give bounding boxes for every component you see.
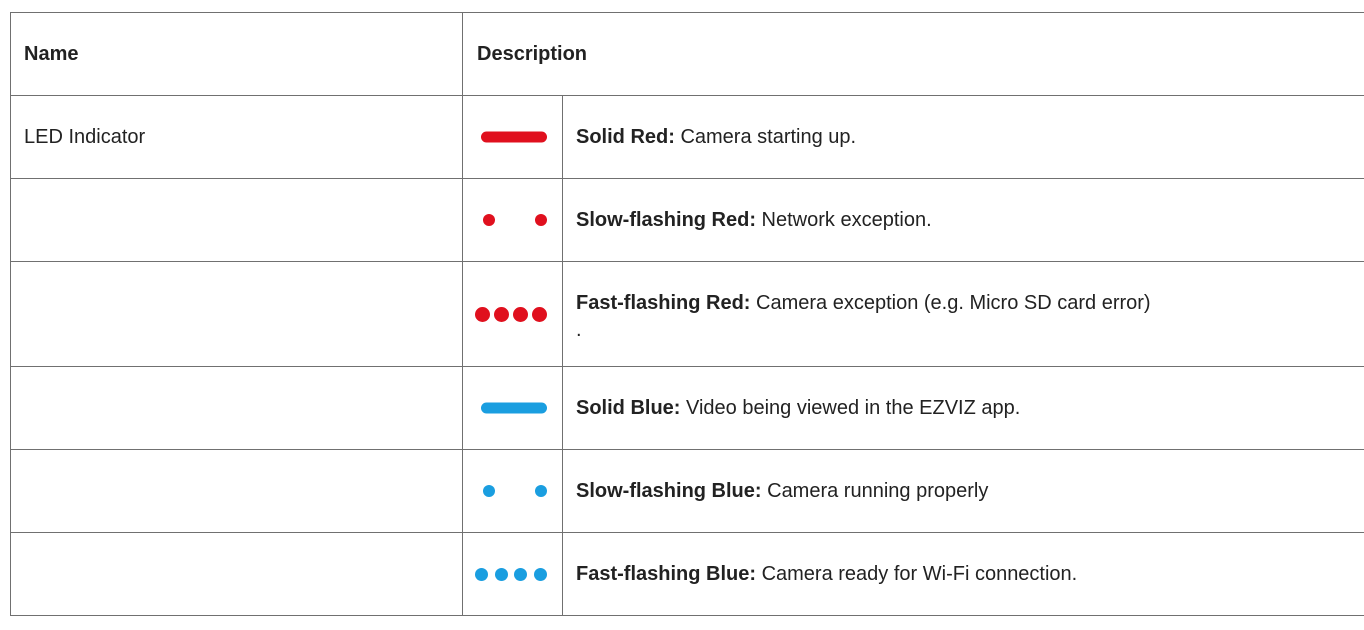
icon-cell [462,95,563,179]
table-row: LED Indicator Solid Red: Camera starting… [10,95,1364,179]
name-cell [10,532,463,616]
description-cell: Slow-flashing Blue: Camera running prope… [562,449,1364,533]
description-label: Solid Blue: [576,396,681,419]
blue-dot [533,567,547,581]
table-row: Fast-flashing Red: Camera exception (e.g… [10,261,1364,367]
fast-flashing-red-led-icon [475,306,547,322]
blue-dot [494,567,508,581]
icon-cell [462,178,563,262]
blue-dot [483,485,495,497]
column-header-description: Description [462,12,1364,96]
red-dot [475,306,490,322]
name-cell [10,449,463,533]
description-label: Fast-flashing Blue: [576,562,757,585]
column-header-name: Name [10,12,463,96]
red-dot [532,306,547,322]
description-continuation: . [576,319,582,341]
icon-cell [462,261,563,367]
name-cell: LED Indicator [10,95,463,179]
description-label: Fast-flashing Red: [576,292,751,314]
name-cell [10,178,463,262]
description-label: Slow-flashing Red: [576,208,756,231]
blue-dot [514,567,528,581]
icon-cell [462,449,563,533]
solid-red-led-icon [481,131,547,143]
description-cell: Fast-flashing Blue: Camera ready for Wi-… [562,532,1364,616]
table-row: Slow-flashing Red: Network exception. [10,178,1364,262]
description-cell: Solid Blue: Video being viewed in the EZ… [562,366,1364,450]
description-line: Fast-flashing Red: Camera exception (e.g… [576,290,1364,317]
description-label: Slow-flashing Blue: [576,479,762,502]
fast-flashing-blue-led-icon [475,567,547,581]
description-text: Camera starting up. [674,125,857,148]
table-row: Solid Blue: Video being viewed in the EZ… [10,366,1364,450]
table-header-row: Name Description [10,12,1364,96]
table-row: Slow-flashing Blue: Camera running prope… [10,449,1364,533]
icon-cell [462,366,563,450]
blue-dot [535,485,547,497]
red-dot [535,214,547,226]
slow-flashing-red-led-icon [483,214,547,226]
description-text: Network exception. [756,208,932,231]
red-dot [513,306,528,322]
red-dot [494,306,509,322]
description-text: Video being viewed in the EZVIZ app. [680,396,1021,419]
description-cell: Slow-flashing Red: Network exception. [562,178,1364,262]
name-cell [10,261,463,367]
description-label: Solid Red: [576,125,675,148]
description-text: Camera running properly [761,479,989,502]
description-cell: Solid Red: Camera starting up. [562,95,1364,179]
slow-flashing-blue-led-icon [483,485,547,497]
description-text: Camera exception (e.g. Micro SD card err… [750,292,1151,314]
red-dot [483,214,495,226]
led-indicator-table: Name Description LED Indicator Solid Red… [10,12,1364,616]
description-cell: Fast-flashing Red: Camera exception (e.g… [562,261,1364,367]
name-cell [10,366,463,450]
icon-cell [462,532,563,616]
table-row: Fast-flashing Blue: Camera ready for Wi-… [10,532,1364,616]
blue-dot [475,567,488,581]
description-text: Camera ready for Wi-Fi connection. [756,562,1078,585]
solid-blue-led-icon [481,402,547,414]
